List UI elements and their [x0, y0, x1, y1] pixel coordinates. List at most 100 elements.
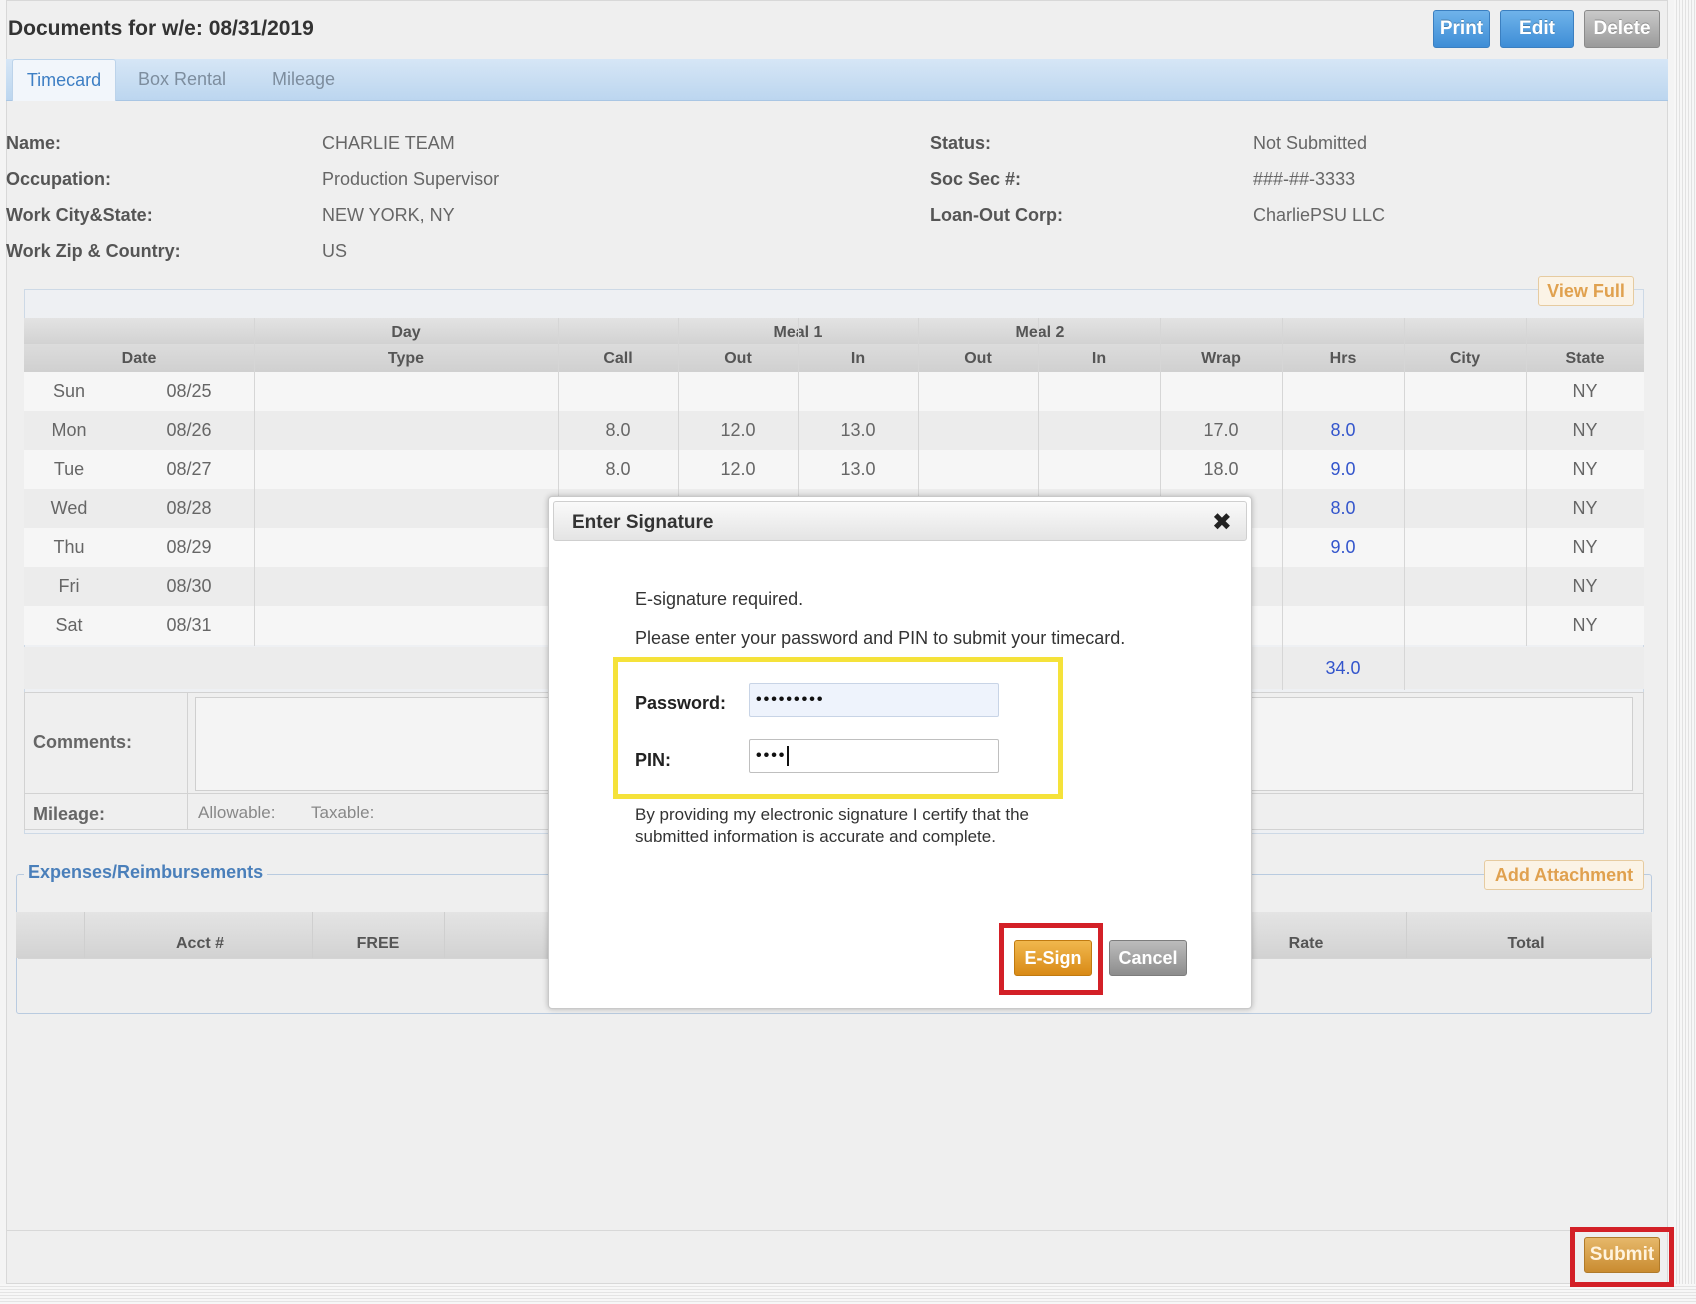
- grid-divider: [1282, 318, 1283, 690]
- row-call: [558, 372, 678, 411]
- table-row[interactable]: Tue 08/27 8.0 12.0 13.0 18.0 9.0 NY: [24, 450, 1644, 489]
- row-hrs: [1282, 372, 1404, 411]
- row-date: 08/29: [166, 537, 212, 557]
- edit-button[interactable]: Edit: [1500, 10, 1574, 48]
- tab-box-rental[interactable]: Box Rental: [138, 59, 226, 101]
- row-day: Fri: [58, 576, 80, 596]
- page-title: Documents for w/e: 08/31/2019: [8, 17, 314, 40]
- col-date: Date: [121, 350, 157, 367]
- password-field[interactable]: •••••••••: [749, 683, 999, 717]
- window-right-edge: [1674, 0, 1696, 1304]
- total-hrs: 34.0: [1325, 658, 1361, 678]
- row-wrap: [1160, 372, 1282, 411]
- row-meal1-out: 12.0: [720, 459, 756, 479]
- esign-button[interactable]: E-Sign: [1014, 940, 1092, 976]
- text-caret: [787, 745, 790, 766]
- row-day: Sat: [55, 615, 83, 635]
- name-value: CHARLIE TEAM: [322, 133, 455, 153]
- row-date: 08/28: [166, 498, 212, 518]
- tab-timecard[interactable]: Timecard: [12, 59, 116, 101]
- row-day: Mon: [51, 420, 87, 440]
- col-meal2-out: Out: [964, 350, 992, 367]
- work-zip-label: Work Zip & Country:: [6, 241, 181, 261]
- pin-field[interactable]: ••••: [749, 739, 999, 773]
- certify-line-2: submitted information is accurate and co…: [635, 827, 996, 846]
- footer-divider: [6, 1230, 1668, 1231]
- row-date: 08/27: [166, 459, 212, 479]
- close-icon[interactable]: ✖: [1212, 508, 1232, 537]
- row-day: Wed: [50, 498, 88, 518]
- row-meal1-in: 13.0: [840, 459, 876, 479]
- row-state: NY: [1572, 576, 1598, 596]
- highlight-credentials: [613, 657, 1063, 799]
- table-row[interactable]: Mon 08/26 8.0 12.0 13.0 17.0 8.0 NY: [24, 411, 1644, 450]
- taxable-label: Taxable:: [311, 803, 375, 822]
- table-row[interactable]: Sun 08/25 NY: [24, 372, 1644, 411]
- work-zip-value: US: [322, 241, 348, 261]
- signature-dialog: Enter Signature ✖ E-signature required. …: [548, 496, 1252, 1009]
- soc-sec-value: ###-##-3333: [1253, 169, 1356, 189]
- dialog-title-bar: Enter Signature ✖: [553, 501, 1247, 541]
- exp-col-total: Total: [1507, 935, 1545, 952]
- status-value: Not Submitted: [1253, 133, 1368, 153]
- window-bottom-edge: [0, 1284, 1696, 1304]
- col-wrap: Wrap: [1201, 350, 1241, 367]
- col-call: Call: [603, 350, 633, 367]
- exp-col-acct: Acct #: [175, 935, 225, 952]
- col-state: State: [1565, 350, 1605, 367]
- row-call: 8.0: [605, 420, 631, 440]
- loan-out-label: Loan-Out Corp:: [930, 205, 1063, 225]
- grid-divider: [254, 318, 255, 646]
- highlight-submit: [1570, 1227, 1674, 1287]
- pin-label: PIN:: [635, 750, 671, 770]
- row-day: Sun: [52, 381, 86, 401]
- delete-button[interactable]: Delete: [1584, 10, 1660, 48]
- expenses-legend: Expenses/Reimbursements: [24, 862, 268, 883]
- col-meal1-in: In: [850, 350, 866, 367]
- row-hrs[interactable]: 8.0: [1282, 489, 1404, 528]
- row-state: NY: [1572, 420, 1598, 440]
- col-city: City: [1449, 350, 1481, 367]
- occupation-value: Production Supervisor: [322, 169, 500, 189]
- name-label: Name:: [6, 133, 62, 153]
- row-date: 08/31: [166, 615, 212, 635]
- row-date: 08/30: [166, 576, 212, 596]
- tab-mileage[interactable]: Mileage: [272, 59, 335, 101]
- pin-value: ••••: [756, 747, 787, 764]
- soc-sec-label: Soc Sec #:: [930, 169, 1022, 189]
- row-day: Tue: [53, 459, 85, 479]
- status-label: Status:: [930, 133, 992, 153]
- work-city-label: Work City&State:: [6, 205, 153, 225]
- col-type: Type: [387, 350, 425, 367]
- esign-instructions: Please enter your password and PIN to su…: [635, 628, 1126, 648]
- add-attachment-button[interactable]: Add Attachment: [1484, 860, 1644, 890]
- esign-required-text: E-signature required.: [635, 589, 804, 609]
- comments-label: Comments:: [33, 732, 133, 752]
- work-city-value: NEW YORK, NY: [322, 205, 455, 225]
- grid-divider: [1526, 318, 1527, 646]
- row-state: NY: [1572, 537, 1598, 557]
- row-hrs[interactable]: 9.0: [1282, 450, 1404, 489]
- allowable-label: Allowable:: [198, 803, 276, 822]
- row-call: 8.0: [605, 459, 631, 479]
- col-meal1-out: Out: [724, 350, 752, 367]
- view-full-button[interactable]: View Full: [1538, 276, 1634, 306]
- row-meal1-in: [798, 372, 918, 411]
- row-meal1-out: 12.0: [720, 420, 756, 440]
- row-meal1-out: [678, 372, 798, 411]
- print-button[interactable]: Print: [1433, 10, 1490, 48]
- password-label: Password:: [635, 693, 727, 713]
- col-hrs: Hrs: [1329, 350, 1357, 367]
- row-hrs[interactable]: 9.0: [1282, 528, 1404, 567]
- row-date: 08/26: [166, 420, 212, 440]
- row-state: NY: [1572, 498, 1598, 518]
- exp-col-rate: Rate: [1288, 935, 1324, 952]
- row-date: 08/25: [166, 381, 212, 401]
- grid-divider: [1404, 318, 1405, 690]
- row-state: NY: [1572, 381, 1598, 401]
- tab-bar: Timecard Box Rental Mileage: [6, 59, 1668, 101]
- cancel-button[interactable]: Cancel: [1109, 940, 1187, 976]
- group-header-day: Day: [391, 324, 421, 341]
- row-hrs[interactable]: 8.0: [1282, 411, 1404, 450]
- row-wrap: 17.0: [1203, 420, 1239, 440]
